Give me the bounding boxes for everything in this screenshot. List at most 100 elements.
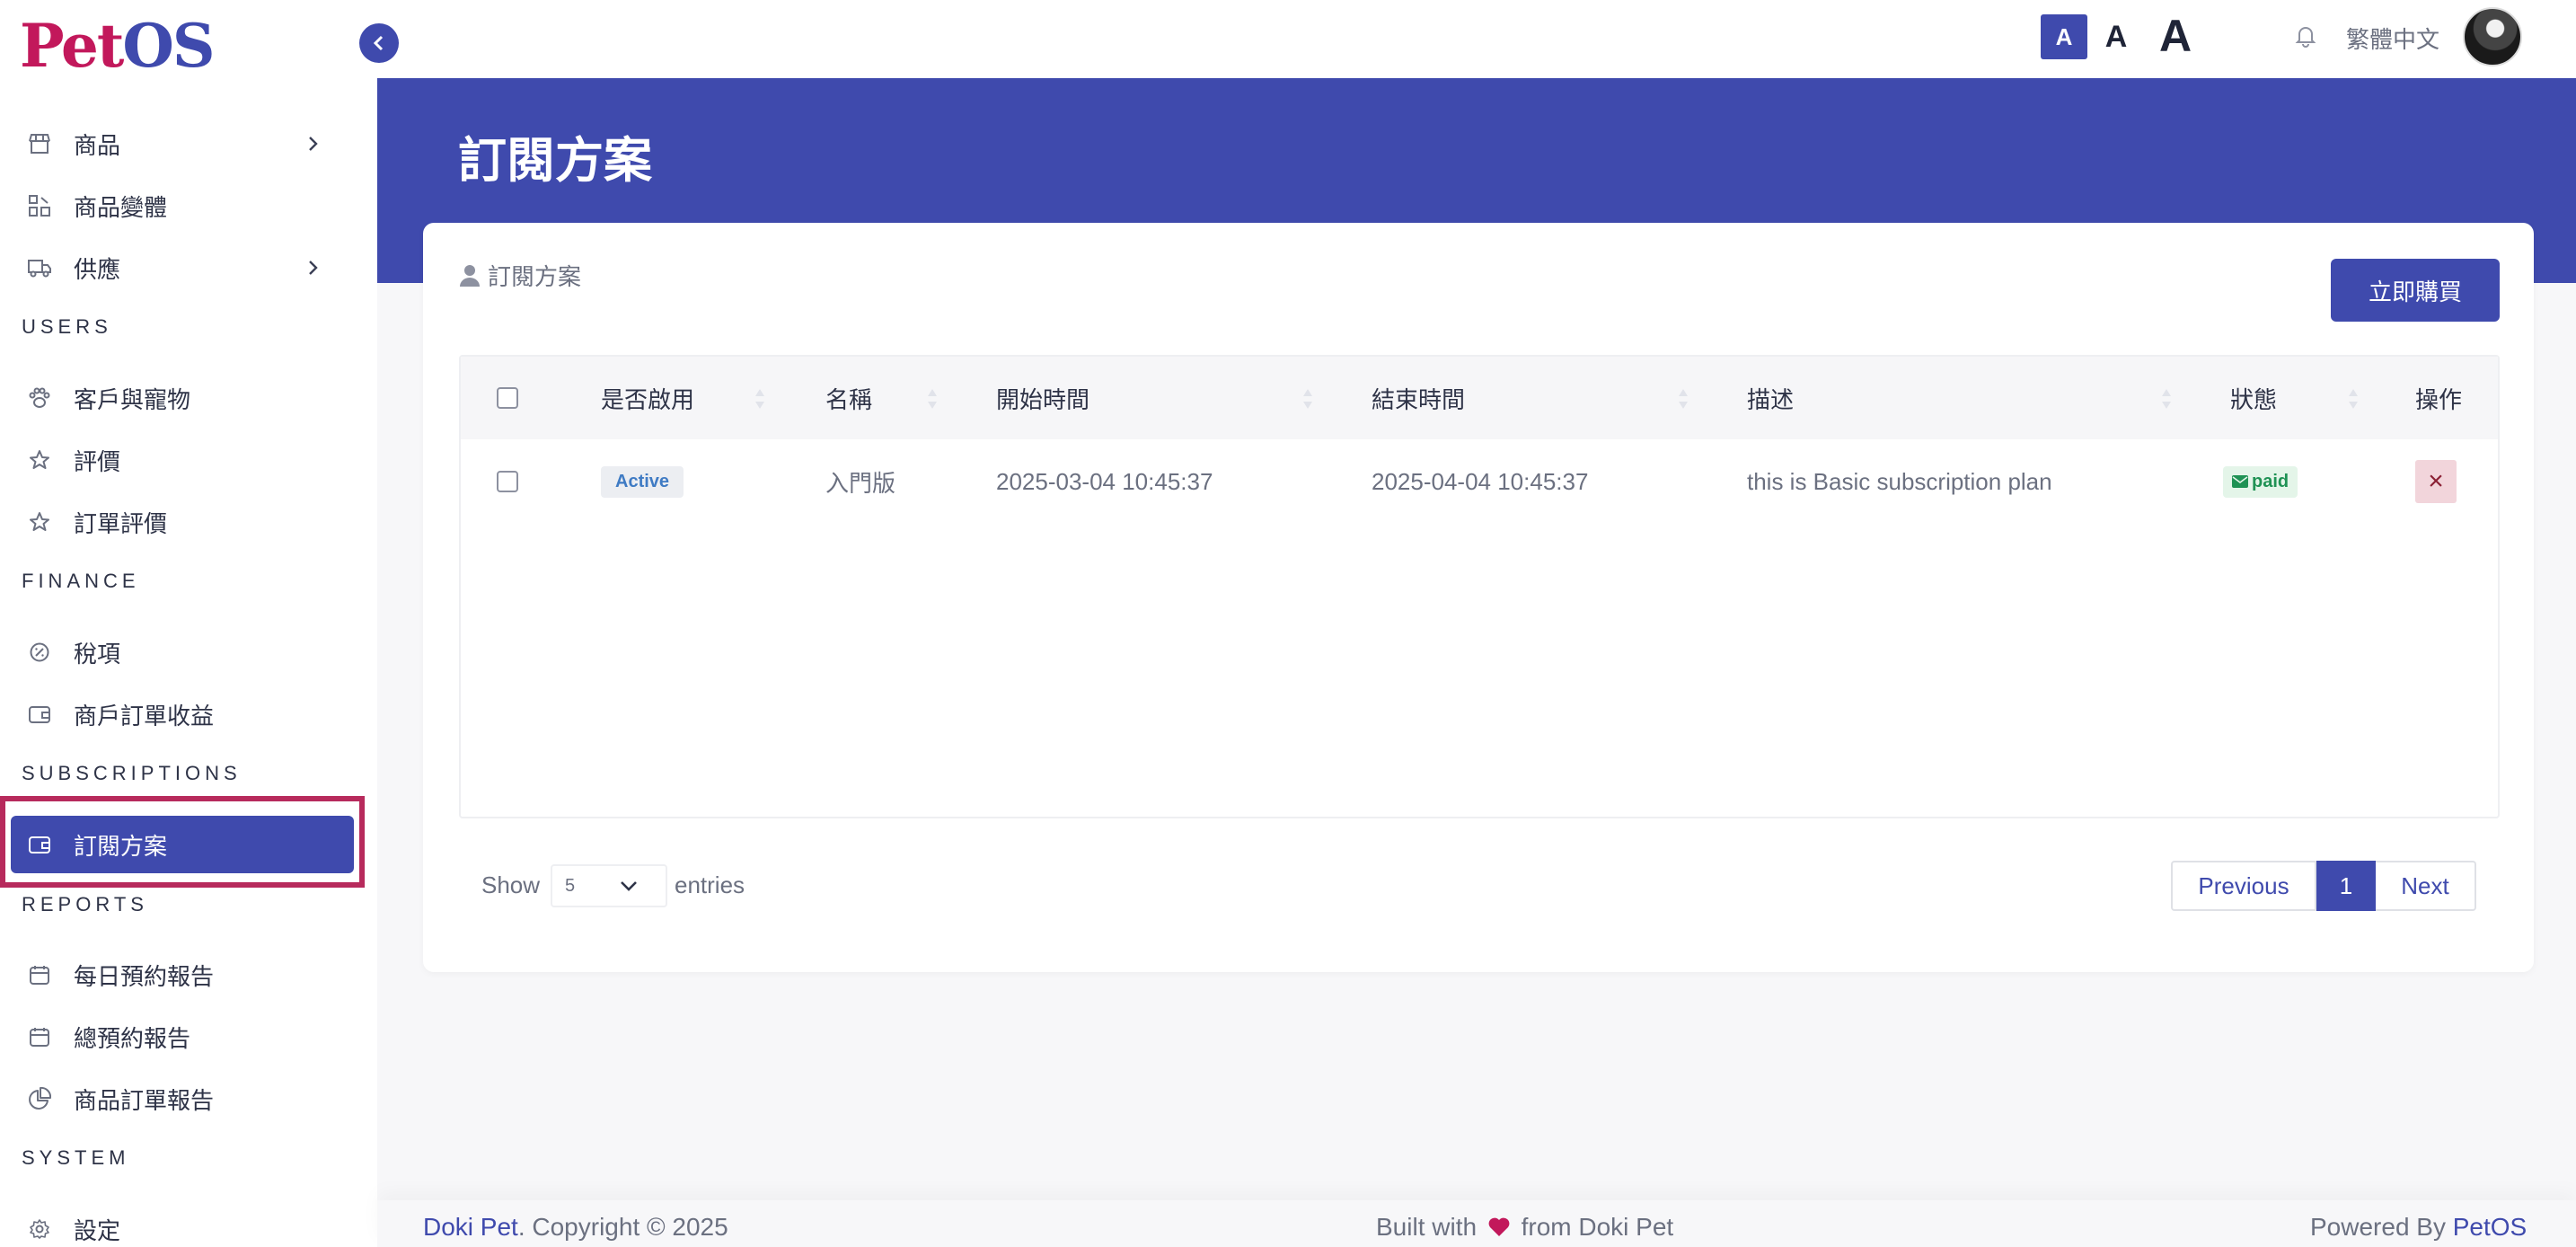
section-subscriptions: SUBSCRIPTIONS	[22, 762, 242, 784]
font-size-medium-button[interactable]: A	[2093, 14, 2139, 59]
chevron-left-icon	[373, 35, 384, 51]
sidebar-item-product-variants[interactable]: 商品變體	[0, 177, 359, 234]
sidebar-item-total-booking-report[interactable]: 總預約報告	[0, 1008, 359, 1066]
calendar-icon	[27, 962, 52, 987]
chevron-right-icon	[309, 137, 318, 151]
sidebar-item-label: 供應	[74, 255, 121, 283]
page-title: 訂閱方案	[458, 134, 652, 188]
footer-petos-link[interactable]: PetOS	[2453, 1213, 2527, 1241]
section-users: USERS	[22, 315, 112, 338]
column-header-actions: 操作	[2415, 385, 2463, 413]
select-all-checkbox[interactable]	[497, 387, 518, 409]
petos-logo[interactable]: Pet OS	[20, 11, 216, 81]
buy-now-button[interactable]: 立即購買	[2331, 259, 2500, 322]
language-selector[interactable]: 繁體中文	[2346, 22, 2439, 55]
sidebar-item-label: 商品訂單報告	[74, 1086, 215, 1114]
store-icon	[27, 131, 52, 156]
sort-icon[interactable]	[2347, 387, 2360, 411]
sidebar-item-label: 訂閱方案	[74, 832, 168, 860]
column-header-description[interactable]: 描述	[1747, 357, 1794, 439]
topbar: A A A 繁體中文	[359, 0, 2576, 78]
sidebar-collapse-button[interactable]	[359, 23, 399, 63]
sidebar-item-label: 每日預約報告	[74, 962, 215, 990]
envelope-icon	[2232, 475, 2248, 488]
sidebar-item-merchant-earnings[interactable]: 商戶訂單收益	[0, 685, 359, 743]
footer-brand-link[interactable]: Doki Pet	[423, 1213, 518, 1241]
sidebar-item-product-order-report[interactable]: 商品訂單報告	[0, 1070, 359, 1128]
footer-powered-by: Powered By PetOS	[2310, 1213, 2527, 1242]
sort-icon[interactable]	[1301, 387, 1314, 411]
footer-from-text: from Doki Pet	[1521, 1213, 1674, 1241]
user-icon	[460, 264, 480, 287]
subscription-card: 訂閱方案 立即購買 是否啟用 名稱 開始時間 結束時間 描述 狀態 操作 Act…	[423, 223, 2534, 972]
avatar[interactable]	[2463, 7, 2522, 66]
calendar-icon	[27, 1024, 52, 1049]
pagination-next-button[interactable]: Next	[2376, 861, 2476, 911]
sidebar-item-label: 訂單評價	[74, 509, 168, 537]
sidebar-item-reviews[interactable]: 評價	[0, 431, 359, 489]
sidebar-item-label: 設定	[74, 1216, 121, 1244]
sidebar-item-products[interactable]: 商品	[0, 115, 359, 172]
column-header-start-time[interactable]: 開始時間	[996, 357, 1090, 439]
sidebar-item-label: 評價	[74, 447, 121, 475]
table-row: Active 入門版 2025-03-04 10:45:37 2025-04-0…	[461, 439, 2498, 524]
section-reports: REPORTS	[22, 893, 148, 915]
wallet-icon	[27, 702, 52, 727]
cell-start-time: 2025-03-04 10:45:37	[996, 467, 1213, 495]
font-size-small-button[interactable]: A	[2041, 14, 2087, 59]
font-size-large-button[interactable]: A	[2148, 9, 2202, 63]
footer-copyright-text: . Copyright © 2025	[517, 1213, 728, 1241]
sidebar-item-label: 總預約報告	[74, 1024, 191, 1052]
sidebar-item-tax[interactable]: 稅項	[0, 624, 359, 681]
show-label: Show	[481, 871, 541, 898]
sort-icon[interactable]	[1677, 387, 1689, 411]
entries-label: entries	[675, 871, 745, 898]
column-header-status[interactable]: 狀態	[2230, 357, 2277, 439]
delete-button[interactable]: ×	[2415, 460, 2457, 503]
column-header-enabled[interactable]: 是否啟用	[601, 357, 694, 439]
sidebar: Pet OS 商品 商品變體 供應 USERS 客戶與寵物 評價 訂單評價 FIN…	[0, 0, 377, 1247]
sort-icon[interactable]	[926, 387, 939, 411]
star-icon	[27, 509, 52, 535]
table-header: 是否啟用 名稱 開始時間 結束時間 描述 狀態 操作	[461, 357, 2498, 439]
sidebar-item-customers-pets[interactable]: 客戶與寵物	[0, 369, 359, 427]
pagination-page-1[interactable]: 1	[2316, 861, 2376, 911]
footer-built-text: Built with	[1376, 1213, 1478, 1241]
status-badge-active: Active	[601, 465, 684, 498]
section-system: SYSTEM	[22, 1146, 130, 1169]
sort-icon[interactable]	[754, 387, 766, 411]
cell-end-time: 2025-04-04 10:45:37	[1372, 467, 1589, 495]
truck-icon	[27, 255, 52, 280]
percent-badge-icon	[27, 640, 52, 665]
wallet-icon	[27, 832, 52, 857]
sort-icon[interactable]	[2160, 387, 2173, 411]
page-size-select[interactable]: 5	[551, 864, 667, 907]
footer-copyright: Doki Pet. Copyright © 2025	[423, 1213, 728, 1242]
bell-icon[interactable]	[2294, 23, 2317, 49]
sidebar-item-settings[interactable]: 設定	[0, 1200, 359, 1247]
sidebar-item-supply[interactable]: 供應	[0, 239, 359, 296]
sidebar-item-daily-booking-report[interactable]: 每日預約報告	[0, 946, 359, 1004]
card-heading: 訂閱方案	[459, 259, 581, 292]
sidebar-item-label: 商戶訂單收益	[74, 702, 215, 730]
row-checkbox[interactable]	[497, 471, 518, 492]
status-text: paid	[2252, 471, 2289, 491]
subscription-table: 是否啟用 名稱 開始時間 結束時間 描述 狀態 操作 Active 入門版 20…	[459, 355, 2500, 818]
gear-icon	[27, 1216, 52, 1242]
logo-text-os: OS	[122, 11, 215, 81]
column-header-name[interactable]: 名稱	[825, 357, 872, 439]
star-icon	[27, 447, 52, 473]
footer-built-with: Built with from Doki Pet	[1376, 1213, 1673, 1242]
pagination-previous-button[interactable]: Previous	[2171, 861, 2316, 911]
paw-icon	[27, 385, 52, 411]
sidebar-item-label: 稅項	[74, 640, 121, 668]
column-header-end-time[interactable]: 結束時間	[1372, 357, 1465, 439]
pie-chart-icon	[27, 1086, 52, 1111]
footer: Doki Pet. Copyright © 2025 Built with fr…	[377, 1200, 2576, 1247]
section-finance: FINANCE	[22, 570, 140, 592]
status-badge-paid: paid	[2223, 465, 2298, 498]
sidebar-item-subscription-plans[interactable]: 訂閱方案	[11, 816, 354, 873]
cell-description: this is Basic subscription plan	[1747, 467, 2052, 495]
sidebar-item-label: 商品	[74, 131, 121, 159]
sidebar-item-order-reviews[interactable]: 訂單評價	[0, 493, 359, 551]
